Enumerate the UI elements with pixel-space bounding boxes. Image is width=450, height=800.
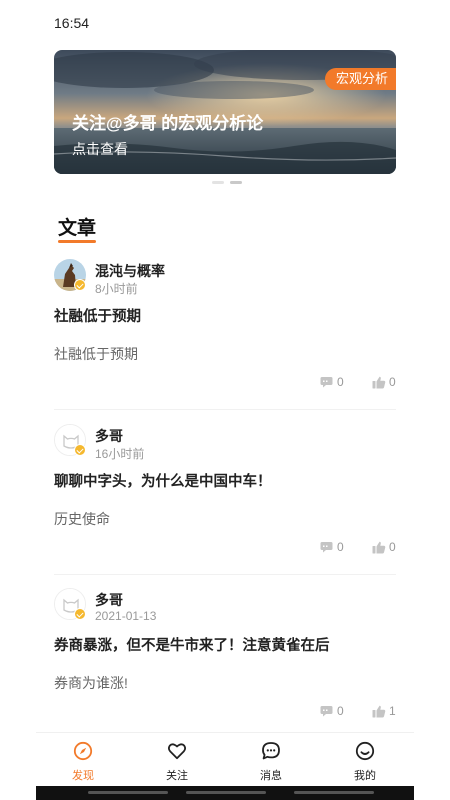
article-summary: 社融低于预期: [54, 346, 138, 362]
heart-icon: [168, 743, 186, 760]
section-title: 文章: [58, 218, 97, 239]
tab-label: 我的: [354, 770, 376, 782]
nav-pill[interactable]: [186, 791, 266, 794]
smiley-icon: [355, 741, 375, 761]
bottom-tab-bar: 发现 关注 消息 我的: [36, 732, 414, 786]
nav-pill[interactable]: [88, 791, 168, 794]
author-name[interactable]: 多哥: [95, 590, 123, 610]
thumbs-up-icon: [372, 376, 386, 389]
tab-follow[interactable]: 关注: [130, 733, 224, 787]
author-name[interactable]: 混沌与概率: [95, 261, 165, 281]
nav-pill[interactable]: [294, 791, 374, 794]
tab-discover[interactable]: 发现: [36, 733, 130, 787]
article-summary: 券商为谁涨!: [54, 675, 128, 691]
author-avatar[interactable]: [54, 588, 88, 622]
author-avatar[interactable]: [54, 259, 88, 293]
thumbs-up-icon: [372, 705, 386, 718]
banner-title: 关注@多哥 的宏观分析论: [72, 114, 264, 133]
like-count-value: 0: [389, 375, 396, 389]
author-avatar[interactable]: [54, 424, 88, 458]
tab-label: 关注: [166, 770, 188, 782]
post-time: 16小时前: [95, 447, 145, 461]
article-card[interactable]: 混沌与概率 8小时前 社融低于预期 社融低于预期 0 0: [54, 259, 396, 410]
carousel-dot[interactable]: [212, 181, 224, 184]
author-name[interactable]: 多哥: [95, 426, 123, 446]
banner-carousel[interactable]: 宏观分析 关注@多哥 的宏观分析论 点击查看: [54, 50, 396, 174]
divider: [54, 574, 396, 575]
status-bar: 16:54: [0, 0, 450, 44]
comment-count-value: 0: [337, 375, 344, 389]
article-summary: 历史使命: [54, 511, 110, 527]
compass-icon: [73, 741, 93, 761]
tab-label: 发现: [72, 770, 94, 782]
tab-me[interactable]: 我的: [318, 733, 412, 787]
banner-subtitle: 点击查看: [72, 141, 128, 157]
verified-badge-icon: [74, 279, 86, 291]
article-card[interactable]: 多哥 16小时前 聊聊中字头，为什么是中国中车！ 历史使命 0 0: [54, 424, 396, 575]
article-title[interactable]: 聊聊中字头，为什么是中国中车！: [54, 470, 272, 491]
article-title[interactable]: 社融低于预期: [54, 305, 141, 326]
carousel-dot-active[interactable]: [230, 181, 242, 184]
verified-badge-icon: [74, 608, 86, 620]
tab-messages[interactable]: 消息: [224, 733, 318, 787]
comment-icon: [320, 377, 333, 388]
post-time: 2021-01-13: [95, 609, 157, 623]
banner-tag: 宏观分析: [324, 68, 396, 90]
comment-icon: [320, 542, 333, 553]
divider: [54, 409, 396, 410]
tab-label: 消息: [260, 770, 282, 782]
article-card[interactable]: 多哥 2021-01-13 券商暴涨，但不是牛市来了！注意黄雀在后 券商为谁涨!…: [54, 588, 396, 728]
comment-icon: [320, 706, 333, 717]
comment-count-value: 0: [337, 540, 344, 554]
section-title-underline: [58, 240, 96, 243]
post-time: 8小时前: [95, 282, 138, 296]
verified-badge-icon: [74, 444, 86, 456]
like-count-value: 1: [389, 704, 396, 718]
status-time: 16:54: [54, 15, 90, 31]
chat-bubble-icon: [262, 742, 280, 760]
like-count-value: 0: [389, 540, 396, 554]
article-title[interactable]: 券商暴涨，但不是牛市来了！注意黄雀在后: [54, 634, 330, 655]
thumbs-up-icon: [372, 541, 386, 554]
comment-count-value: 0: [337, 704, 344, 718]
system-navigation-bar: [36, 786, 414, 800]
